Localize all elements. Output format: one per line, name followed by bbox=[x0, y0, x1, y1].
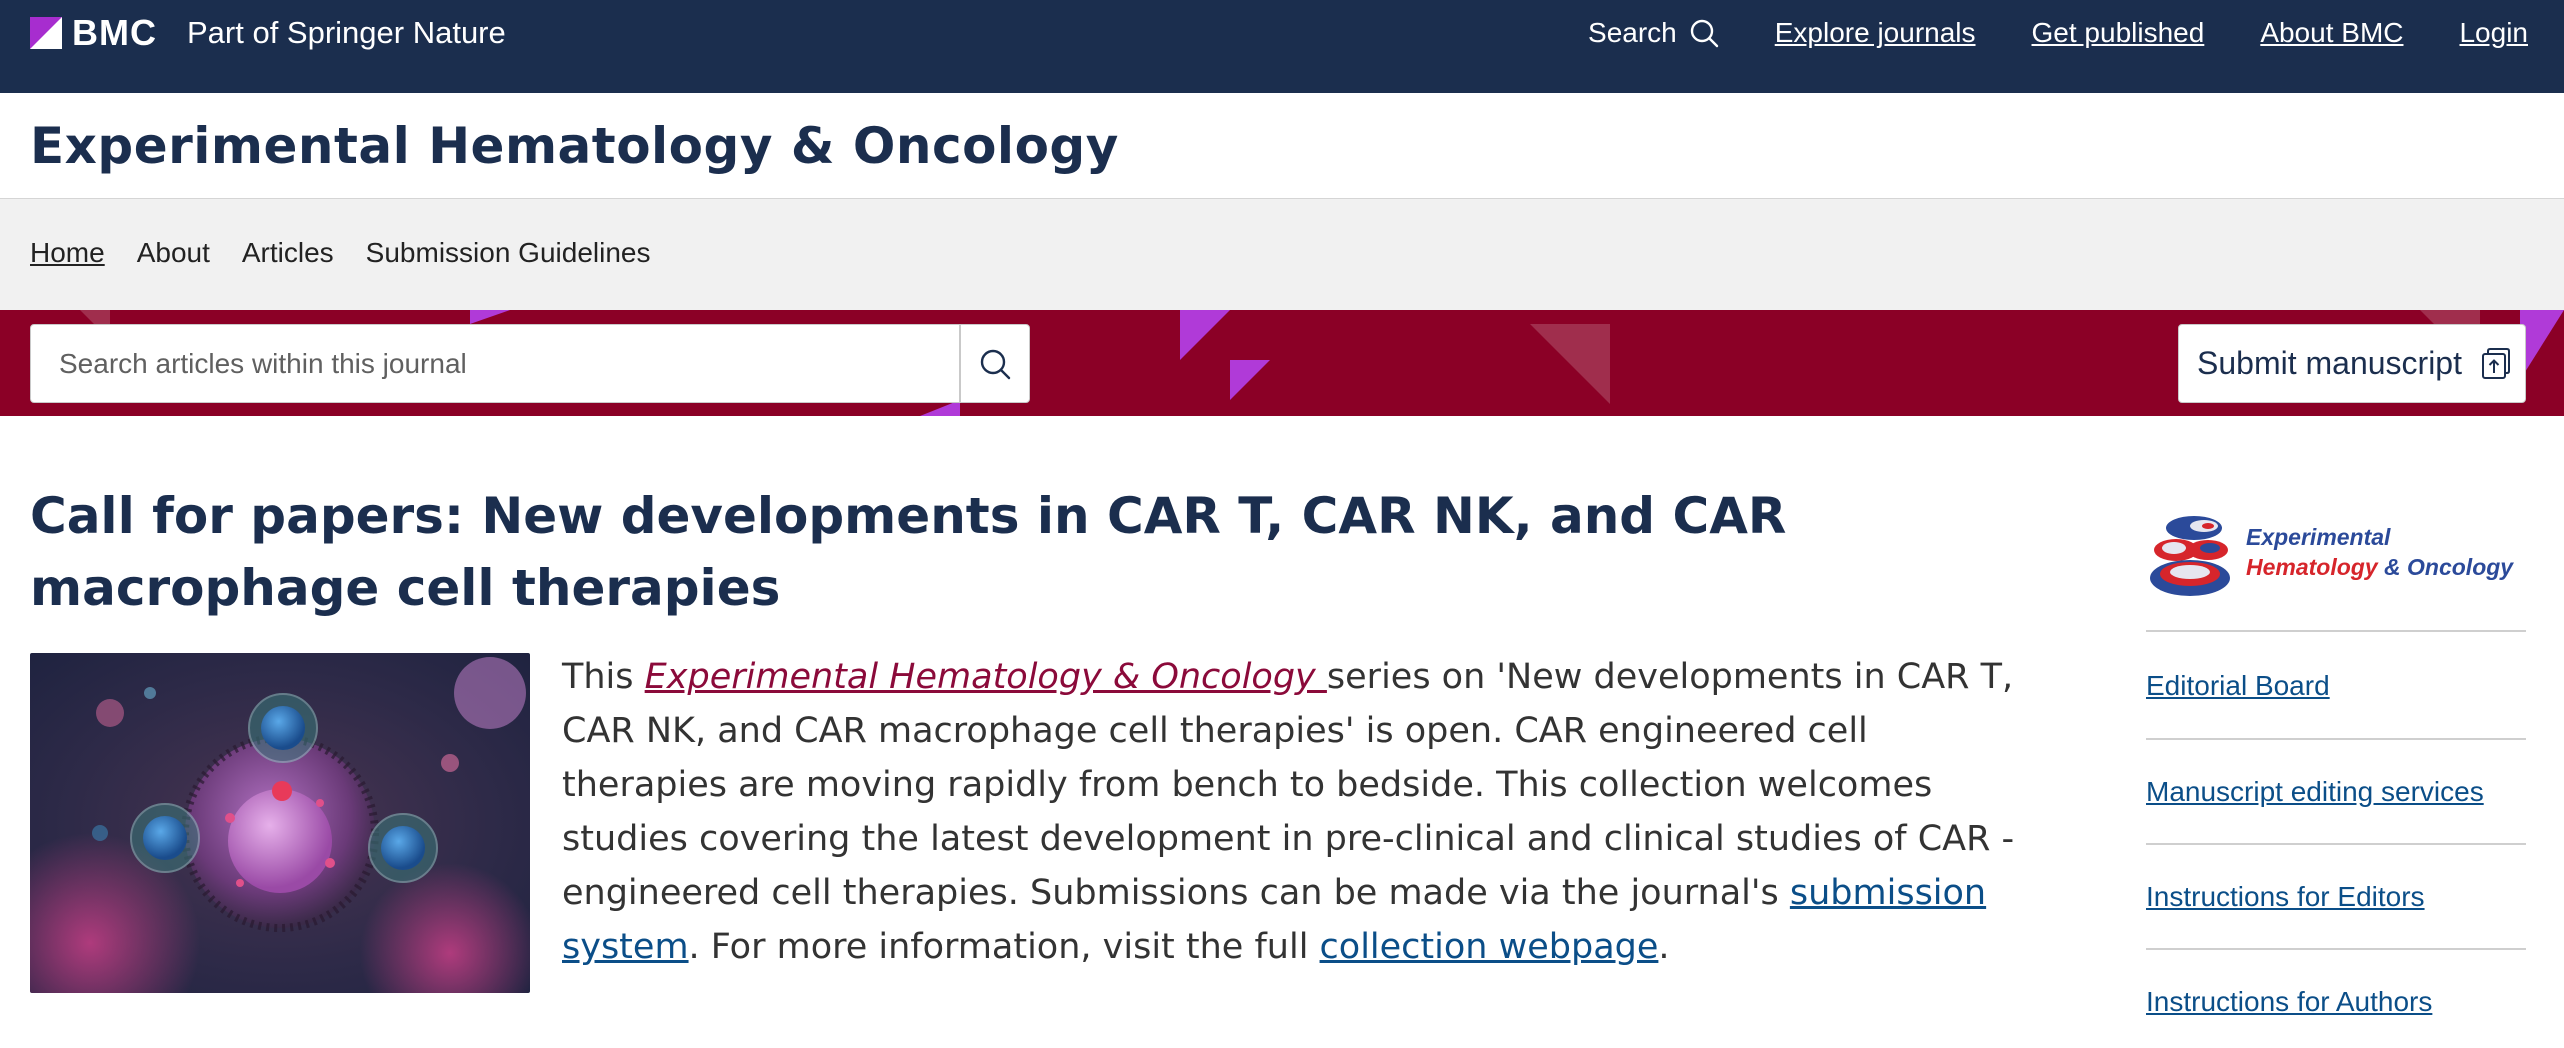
nav-login[interactable]: Login bbox=[2459, 17, 2528, 49]
car-cell-illustration bbox=[30, 653, 530, 993]
call-for-papers-title[interactable]: Call for papers: New developments in CAR… bbox=[30, 480, 2000, 624]
journal-header: Experimental Hematology & Oncology bbox=[0, 93, 2564, 199]
body-text-segment: . For more information, visit the full bbox=[688, 927, 1320, 967]
bmc-logo[interactable]: BMC Part of Springer Nature bbox=[30, 12, 506, 53]
sidebar-divider bbox=[2146, 738, 2526, 740]
submit-manuscript-label: Submit manuscript bbox=[2197, 345, 2462, 381]
body-text-segment: This bbox=[562, 657, 645, 697]
bmc-wordmark: BMC bbox=[72, 12, 157, 53]
journal-logo-icon bbox=[2150, 516, 2230, 596]
journal-nav-home[interactable]: Home bbox=[30, 237, 105, 269]
search-icon bbox=[980, 349, 1011, 379]
journal-nav-articles[interactable]: Articles bbox=[242, 237, 334, 269]
bmc-header: BMC Part of Springer Nature Search Explo… bbox=[0, 0, 2564, 93]
journal-logo-hematology: Hematology bbox=[2246, 554, 2378, 580]
sidebar-link-editorial-board[interactable]: Editorial Board bbox=[2146, 670, 2330, 702]
sidebar-link-instructions-authors[interactable]: Instructions for Authors bbox=[2146, 986, 2432, 1018]
springer-tagline: Part of Springer Nature bbox=[186, 15, 506, 50]
upload-document-icon bbox=[2481, 347, 2510, 379]
journal-search-input[interactable] bbox=[30, 324, 960, 403]
nav-get-published[interactable]: Get published bbox=[2032, 17, 2205, 49]
global-search-label: Search bbox=[1588, 17, 1677, 48]
collection-webpage-link[interactable]: collection webpage bbox=[1320, 927, 1659, 967]
body-text-segment: . bbox=[1658, 927, 1670, 967]
global-search-button[interactable]: Search bbox=[1588, 17, 1719, 49]
sidebar-divider bbox=[2146, 630, 2526, 632]
nav-about-bmc[interactable]: About BMC bbox=[2260, 17, 2403, 49]
banner-decoration bbox=[1530, 324, 1610, 404]
journal-link[interactable]: Experimental Hematology & Oncology bbox=[645, 657, 1327, 697]
bmc-logo-icon bbox=[30, 17, 62, 49]
sidebar-divider bbox=[2146, 843, 2526, 845]
journal-search-button[interactable] bbox=[960, 324, 1030, 403]
sidebar-link-manuscript-editing[interactable]: Manuscript editing services bbox=[2146, 776, 2484, 808]
submit-manuscript-button[interactable]: Submit manuscript bbox=[2178, 324, 2526, 403]
journal-nav-submission-guidelines[interactable]: Submission Guidelines bbox=[366, 237, 651, 269]
banner-decoration bbox=[1180, 310, 1230, 360]
journal-logo-line2: Hematology & Oncology bbox=[2246, 554, 2513, 581]
banner-decoration bbox=[470, 310, 510, 324]
banner-decoration bbox=[2520, 310, 2564, 380]
journal-logo-line1: Experimental bbox=[2246, 524, 2391, 550]
banner-decoration bbox=[1230, 360, 1270, 400]
journal-nav-about[interactable]: About bbox=[137, 237, 210, 269]
call-for-papers-body: This Experimental Hematology & Oncology … bbox=[562, 650, 2042, 974]
sidebar-link-instructions-editors[interactable]: Instructions for Editors bbox=[2146, 881, 2425, 913]
global-nav: Search Explore journals Get published Ab… bbox=[1588, 14, 2528, 52]
journal-logo[interactable]: Experimental Hematology & Oncology bbox=[2146, 510, 2526, 600]
journal-search-banner: Submit manuscript bbox=[0, 310, 2564, 416]
journal-title[interactable]: Experimental Hematology & Oncology bbox=[30, 117, 1119, 175]
sidebar-divider bbox=[2146, 948, 2526, 950]
search-icon bbox=[1690, 19, 1718, 48]
journal-nav: Home About Articles Submission Guideline… bbox=[0, 199, 2564, 310]
nav-explore-journals[interactable]: Explore journals bbox=[1775, 17, 1976, 49]
journal-logo-oncology: & Oncology bbox=[2377, 554, 2514, 580]
